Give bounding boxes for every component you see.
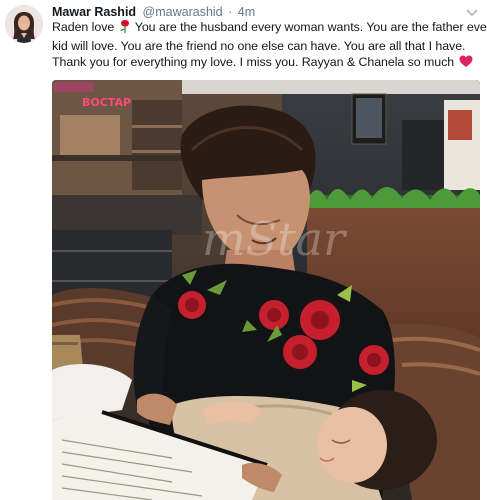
tweet-photo[interactable]: BOCTAP mStar xyxy=(52,80,480,500)
author-handle[interactable]: @mawarashid xyxy=(143,5,223,19)
author-avatar[interactable] xyxy=(5,5,43,43)
author-name[interactable]: Mawar Rashid xyxy=(52,5,136,19)
rose-emoji-icon xyxy=(119,19,131,38)
tweet-timestamp[interactable]: 4m xyxy=(238,5,255,19)
restaurant-photo: BOCTAP mStar xyxy=(52,80,480,500)
tweet[interactable]: Mawar Rashid @mawarashid · 4m Raden love… xyxy=(0,0,487,500)
tweet-header: Mawar Rashid @mawarashid · 4m xyxy=(52,5,255,19)
tweet-text-segment: Raden love xyxy=(52,20,115,34)
tweet-text: Raden love You are the husband every wom… xyxy=(52,19,487,73)
tweet-text-line: Thank you for everything my love. I miss… xyxy=(52,54,480,73)
header-separator: · xyxy=(228,5,233,19)
avatar-image xyxy=(5,5,43,43)
tweet-text-segment: Thank you for everything my love. I miss… xyxy=(52,55,455,69)
chevron-down-icon[interactable] xyxy=(465,6,479,18)
tweet-text-line: Raden love You are the husband every wom… xyxy=(52,19,487,38)
heart-emoji-icon xyxy=(459,55,473,73)
tweet-text-line: kid will love. You are the friend no one… xyxy=(52,38,466,53)
neon-sign-text: BOCTAP xyxy=(82,96,131,109)
photo-watermark: mStar xyxy=(202,212,348,266)
tweet-text-segment: You are the husband every woman wants. Y… xyxy=(134,20,487,34)
